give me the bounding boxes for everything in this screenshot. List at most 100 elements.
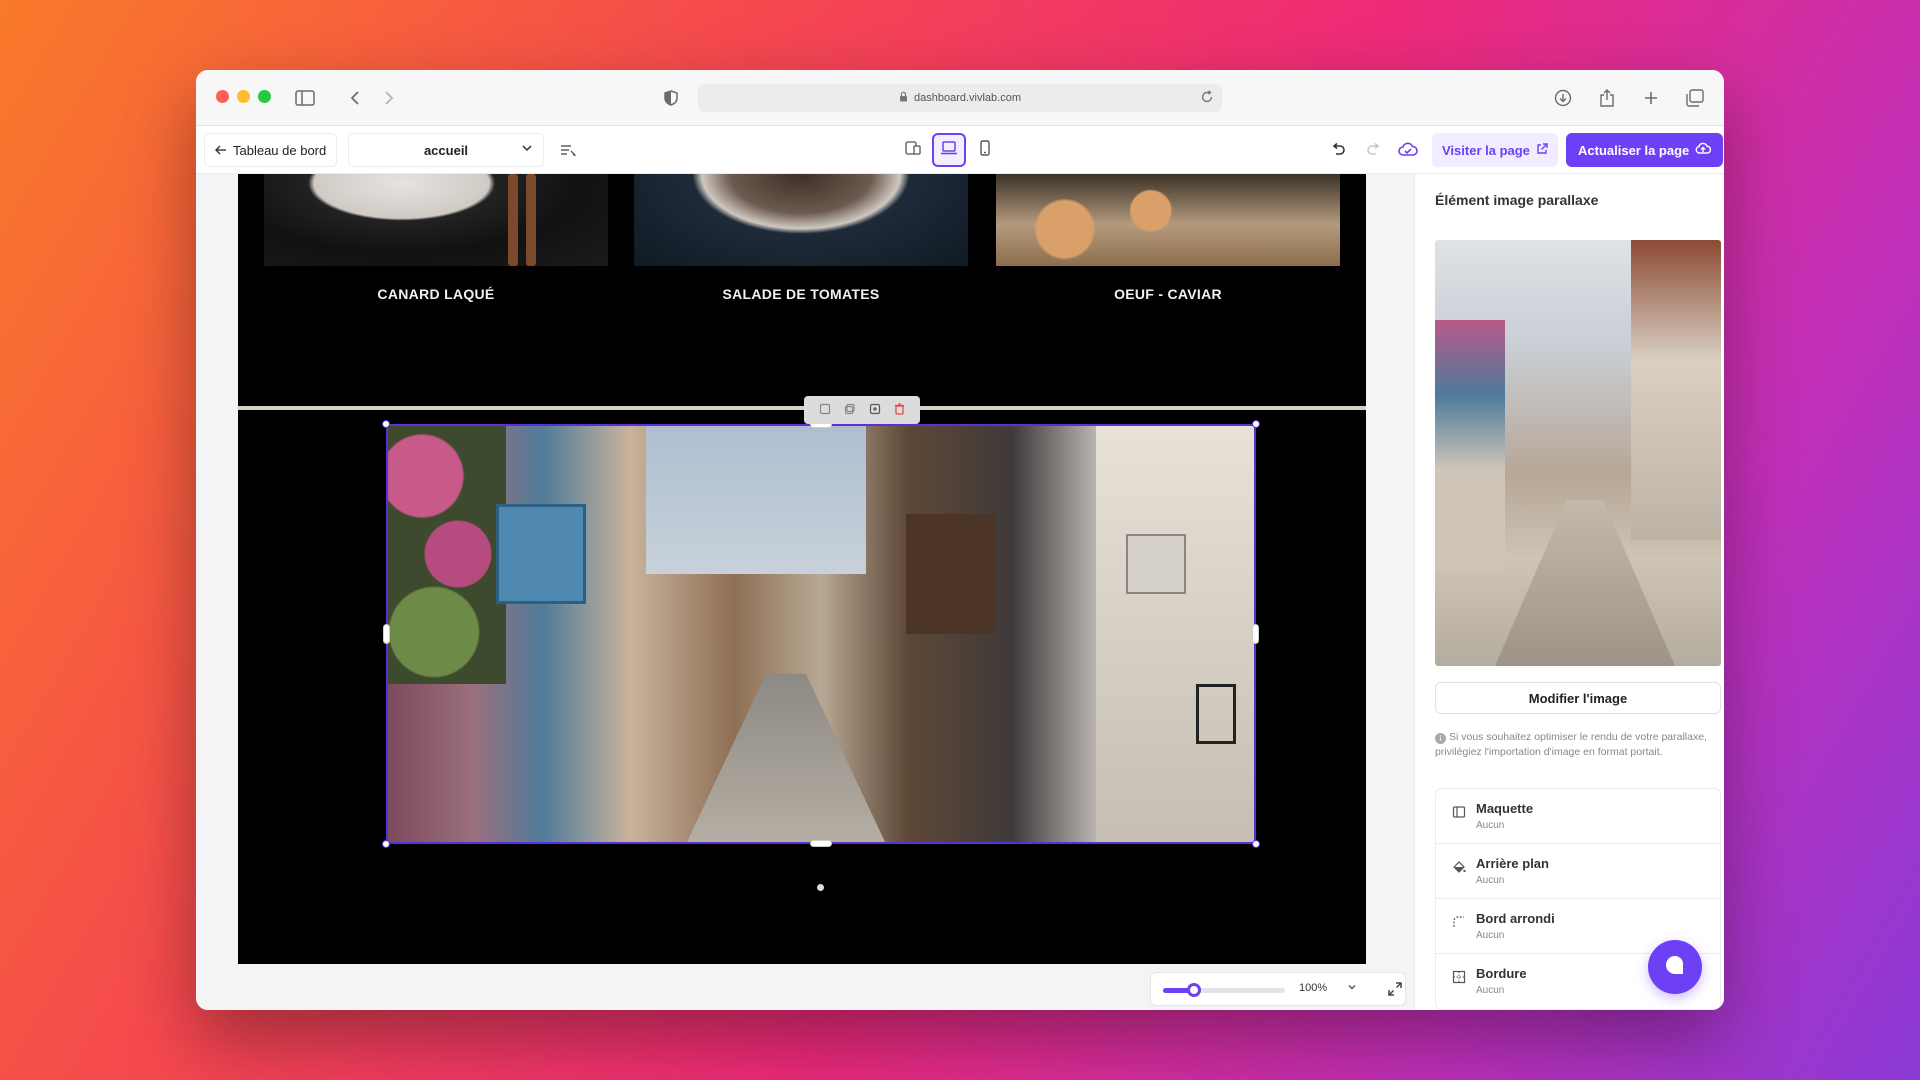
sidebar-toggle-icon[interactable] — [292, 85, 318, 111]
property-value: Aucun — [1476, 985, 1505, 996]
property-value: Aucun — [1476, 875, 1505, 886]
image-balcony — [496, 504, 586, 604]
zoom-slider-knob[interactable] — [1186, 983, 1201, 997]
update-page-button[interactable]: Actualiser la page — [1566, 133, 1724, 167]
page-select-value: accueil — [423, 142, 469, 158]
page-select[interactable]: accueil — [348, 133, 544, 167]
dashboard-back-button[interactable]: Tableau de bord — [204, 133, 338, 167]
image-air-conditioner — [1126, 534, 1186, 594]
dish-image-salade[interactable] — [634, 174, 968, 266]
property-label: Bord arrondi — [1476, 911, 1555, 926]
preview-building-right — [1631, 240, 1721, 540]
zoom-control: 100% — [1150, 972, 1406, 1006]
image-flowers — [386, 424, 506, 684]
download-icon[interactable] — [1550, 85, 1576, 111]
chevron-down-icon — [521, 142, 533, 157]
property-value: Aucun — [1476, 820, 1505, 831]
forward-arrow-icon[interactable] — [376, 85, 402, 111]
redo-icon[interactable] — [1362, 138, 1386, 162]
reload-icon[interactable] — [1200, 90, 1214, 107]
border-icon — [1452, 970, 1466, 984]
responsive-view-button[interactable] — [896, 133, 930, 167]
undo-icon[interactable] — [1326, 138, 1350, 162]
fullscreen-expand-icon[interactable] — [1380, 974, 1410, 1004]
portrait-hint: i Si vous souhaitez optimiser le rendu de… — [1435, 730, 1721, 760]
paint-bucket-icon — [1452, 860, 1466, 874]
dish-title: SALADE DE TOMATES — [722, 286, 880, 302]
editor-canvas[interactable]: CANARD LAQUÉ SALADE DE TOMATES OEUF - CA… — [196, 174, 1414, 1010]
properties-panel: Élément image parallaxe Modifier l'image… — [1414, 174, 1724, 1010]
minimize-window-button[interactable] — [237, 90, 250, 103]
device-preview-switcher — [896, 133, 1002, 167]
url-text: dashboard.vivlab.com — [913, 92, 1021, 104]
cloud-sync-icon[interactable] — [1396, 138, 1420, 162]
duplicate-icon[interactable] — [869, 403, 881, 418]
resize-handle-bottom[interactable] — [810, 840, 832, 847]
mobile-phone-icon — [980, 139, 990, 161]
trash-icon[interactable] — [894, 402, 905, 418]
close-window-button[interactable] — [216, 90, 229, 103]
chopstick — [508, 174, 518, 266]
editor-toolbar: Tableau de bord accueil Visiter la page … — [196, 126, 1724, 174]
address-bar[interactable]: dashboard.vivlab.com — [698, 84, 1222, 112]
chat-bubble-icon — [1663, 953, 1687, 982]
image-wall — [1096, 424, 1256, 844]
move-icon[interactable] — [819, 403, 831, 418]
image-sky — [646, 424, 866, 574]
window-controls — [216, 90, 271, 103]
image-street — [686, 674, 886, 844]
resize-handle-left[interactable] — [383, 624, 390, 644]
property-label: Maquette — [1476, 801, 1534, 816]
info-icon: i — [1435, 733, 1446, 744]
property-value: Aucun — [1476, 930, 1505, 941]
copy-icon[interactable] — [844, 403, 856, 418]
property-arriere-plan[interactable]: Arrière plan Aucun — [1436, 844, 1720, 899]
chat-support-button[interactable] — [1648, 940, 1702, 994]
share-icon[interactable] — [1594, 85, 1620, 111]
resize-handle-bottom-right[interactable] — [1252, 840, 1260, 848]
new-tab-icon[interactable] — [1638, 85, 1664, 111]
visit-page-button[interactable]: Visiter la page — [1432, 133, 1558, 167]
property-maquette[interactable]: Maquette Aucun — [1436, 789, 1720, 844]
layout-icon — [1452, 805, 1466, 819]
dish-image-oeuf[interactable] — [996, 174, 1340, 266]
browser-window: dashboard.vivlab.com Tableau de bord acc… — [196, 70, 1724, 1010]
zoom-slider[interactable] — [1163, 983, 1285, 997]
property-label: Arrière plan — [1476, 856, 1549, 871]
dish-title: CANARD LAQUÉ — [377, 286, 495, 302]
chopstick — [526, 174, 536, 266]
mobile-view-button[interactable] — [968, 133, 1002, 167]
image-wood-balcony — [906, 514, 996, 634]
resize-handle-bottom-left[interactable] — [382, 840, 390, 848]
spacing-handle[interactable] — [817, 884, 824, 891]
back-arrow-icon[interactable] — [342, 85, 368, 111]
parallax-image-preview — [1435, 240, 1721, 666]
desktop-view-button[interactable] — [932, 133, 966, 167]
external-link-icon — [1536, 142, 1548, 158]
dish-title: OEUF - CAVIAR — [1114, 286, 1222, 302]
panel-title: Élément image parallaxe — [1435, 192, 1599, 208]
modify-image-button[interactable]: Modifier l'image — [1435, 682, 1721, 714]
visit-page-label: Visiter la page — [1442, 142, 1530, 158]
chevron-down-icon[interactable] — [1347, 982, 1357, 995]
element-floating-toolbar — [804, 396, 920, 424]
page-settings-icon[interactable] — [556, 138, 580, 162]
lock-icon — [899, 91, 908, 105]
preview-building-left — [1435, 320, 1505, 570]
dashboard-back-label: Tableau de bord — [233, 142, 327, 158]
responsive-devices-icon — [905, 140, 921, 160]
image-lamp — [1196, 684, 1236, 744]
zoom-value[interactable]: 100% — [1299, 982, 1327, 994]
shield-icon[interactable] — [658, 85, 684, 111]
resize-handle-top-left[interactable] — [382, 420, 390, 428]
tab-overview-icon[interactable] — [1682, 85, 1708, 111]
rounded-corner-icon — [1452, 915, 1466, 929]
browser-chrome: dashboard.vivlab.com — [196, 70, 1724, 126]
resize-handle-top-right[interactable] — [1252, 420, 1260, 428]
parallax-image[interactable] — [386, 424, 1256, 844]
zoom-window-button[interactable] — [258, 90, 271, 103]
hint-text: Si vous souhaitez optimiser le rendu de … — [1435, 731, 1707, 758]
resize-handle-right[interactable] — [1252, 624, 1259, 644]
laptop-icon — [940, 140, 958, 160]
dish-image-canard[interactable] — [264, 174, 608, 266]
